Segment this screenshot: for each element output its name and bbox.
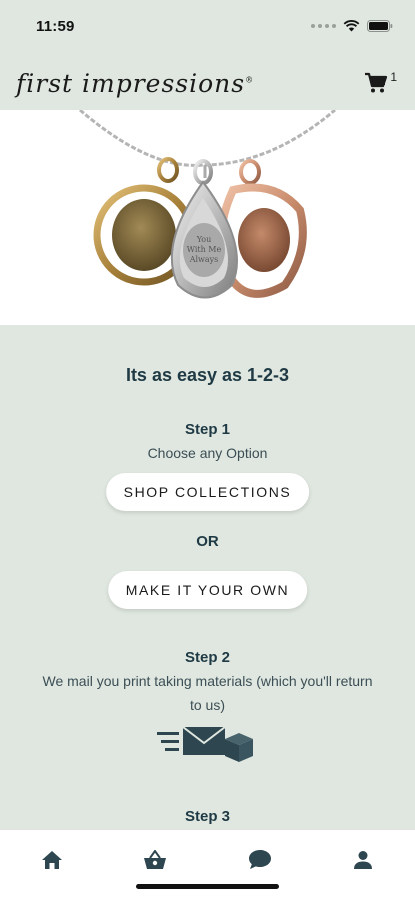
make-it-your-own-button[interactable]: MAKE IT YOUR OWN (107, 571, 308, 609)
signal-dots-icon (311, 24, 336, 28)
page-headline: Its as easy as 1-2-3 (125, 365, 290, 385)
cart-icon (365, 72, 388, 93)
pendant-inscription-line2: With Me (187, 245, 222, 254)
mail-materials-icon (157, 721, 255, 768)
step2-description: We mail you print taking materials (whic… (42, 673, 373, 713)
necklace-pendants-image: You With Me Always (79, 110, 336, 299)
tab-chat[interactable] (248, 848, 272, 872)
pendant-inscription-line3: Always (189, 255, 219, 264)
shop-collections-button[interactable]: SHOP COLLECTIONS (105, 473, 310, 511)
home-indicator (136, 884, 279, 889)
pendant-inscription-line1: You (196, 235, 212, 244)
account-icon (354, 851, 372, 869)
tab-shop[interactable] (143, 848, 167, 872)
step3-title: Step 3 (184, 808, 230, 825)
wifi-icon (343, 20, 360, 32)
tab-home[interactable] (40, 848, 64, 872)
brand-logo-text: first impressions (16, 68, 246, 98)
status-bar: 11:59 (0, 0, 415, 52)
or-divider-label: OR (196, 533, 219, 550)
step2-title: Step 2 (184, 649, 230, 666)
home-icon (42, 851, 62, 869)
tab-account[interactable] (351, 848, 375, 872)
brand-logo[interactable]: first impressions® (16, 69, 254, 98)
cart-count-badge: 1 (390, 70, 397, 84)
hero-image: You With Me Always (0, 110, 415, 325)
app-header: first impressions® 1 (0, 56, 415, 110)
status-time: 11:59 (36, 17, 75, 35)
step1-description: Choose any Option (147, 445, 268, 461)
battery-icon (367, 20, 393, 32)
chat-icon (249, 850, 271, 869)
cart-button[interactable]: 1 (364, 70, 397, 94)
basket-icon (144, 850, 166, 869)
status-icons (311, 20, 393, 32)
bottom-tab-bar (0, 829, 415, 900)
step1-title: Step 1 (184, 421, 230, 438)
